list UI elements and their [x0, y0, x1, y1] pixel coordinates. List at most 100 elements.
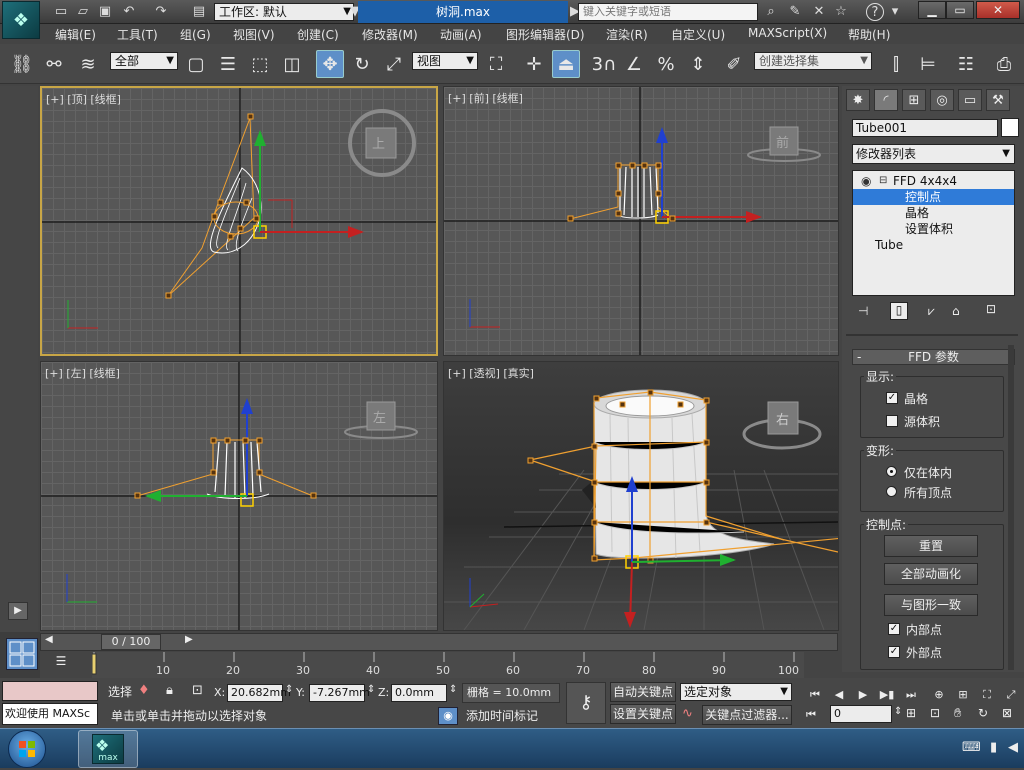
previous-key-icon[interactable]: ◀	[830, 687, 848, 703]
redo-icon[interactable]: ↷	[152, 3, 170, 21]
lock-selection-icon[interactable]: 🔒︎	[166, 683, 173, 698]
taskbar-3dsmax-button[interactable]: ❖ max	[78, 730, 138, 768]
viewport-top[interactable]: 上 [+] [顶] [线框]	[40, 86, 438, 356]
absolute-mode-icon[interactable]: ⊡	[192, 683, 203, 698]
viewport-front[interactable]: 前 [+] [前] [线框]	[443, 86, 839, 356]
close-button[interactable]: ✕	[976, 1, 1020, 19]
next-key-icon[interactable]: ▶▮	[878, 687, 896, 703]
object-color-swatch[interactable]	[1001, 118, 1019, 137]
maximize-viewport-icon[interactable]: ⊠	[1002, 706, 1012, 720]
subscription-icon[interactable]: ✎	[786, 3, 804, 21]
named-selection-input[interactable]: 创建选择集 ▼	[754, 52, 872, 70]
select-by-name-icon[interactable]: ☰	[214, 50, 242, 78]
field-of-view-icon[interactable]: ⊡	[930, 706, 940, 720]
all-vertices-radio[interactable]	[886, 486, 897, 497]
expand-arrow-icon[interactable]: ▶	[8, 602, 28, 620]
key-filters-button[interactable]: 关键点过滤器...	[702, 705, 792, 725]
app-logo-icon[interactable]: ❖	[2, 1, 40, 39]
lightbulb-icon[interactable]: ◉	[861, 173, 871, 189]
menu-group[interactable]: 组(G)	[180, 26, 211, 43]
motion-tab-icon[interactable]: ◎	[930, 89, 954, 111]
menu-rendering[interactable]: 渲染(R)	[606, 26, 648, 43]
spinner-icon[interactable]: ⇕	[449, 684, 457, 695]
x-coordinate-input[interactable]: 20.682mm	[227, 684, 291, 702]
zoom-all-icon[interactable]: ⊞	[954, 687, 972, 703]
layer-manager-icon[interactable]: ☷	[952, 50, 980, 78]
maximize-button[interactable]: ▭	[946, 1, 974, 19]
menu-create[interactable]: 创建(C)	[297, 26, 339, 43]
align-icon[interactable]: ⊨	[914, 50, 942, 78]
spinner-icon[interactable]: ⇕	[285, 684, 293, 695]
help-icon[interactable]: ?	[866, 3, 884, 21]
spinner-icon[interactable]: ⇕	[894, 706, 902, 717]
outside-points-checkbox[interactable]: ✓	[888, 646, 900, 658]
project-folder-icon[interactable]: ▤	[190, 3, 208, 21]
source-volume-checkbox[interactable]	[886, 415, 898, 427]
orbit-icon[interactable]: ↻	[978, 706, 988, 720]
mirror-icon[interactable]: ⫿	[882, 50, 910, 78]
menu-modifiers[interactable]: 修改器(M)	[362, 26, 418, 43]
selection-filter-dropdown[interactable]: 全部 ▼	[110, 52, 178, 70]
inside-points-checkbox[interactable]: ✓	[888, 623, 900, 635]
mini-curve-editor-icon[interactable]: ☰	[50, 654, 72, 674]
viewport-left[interactable]: 左 [+] [左] [线框]	[40, 361, 438, 631]
only-in-volume-radio[interactable]	[886, 466, 897, 477]
save-file-icon[interactable]: ▣	[96, 3, 114, 21]
viewport-perspective[interactable]: 右 [+] [透视] [真实]	[443, 361, 839, 631]
menu-tools[interactable]: 工具(T)	[117, 26, 158, 43]
move-tool-icon[interactable]: ✥	[316, 50, 344, 78]
angle-snap-icon[interactable]: ∠	[620, 50, 648, 78]
menu-customize[interactable]: 自定义(U)	[671, 26, 725, 43]
time-tag-icon[interactable]: ◉	[438, 707, 458, 725]
ref-coord-dropdown[interactable]: 视图 ▼	[412, 52, 478, 70]
zoom-icon[interactable]: ⊕	[930, 687, 948, 703]
unlink-icon[interactable]: ⚯	[40, 50, 68, 78]
snap-3d-icon[interactable]: 3 ∩	[590, 50, 618, 78]
prev-frame-icon[interactable]: ◀	[45, 634, 53, 645]
display-tab-icon[interactable]: ▭	[958, 89, 982, 111]
utilities-tab-icon[interactable]: ⚒	[986, 89, 1010, 111]
time-slider-thumb[interactable]: 0 / 100	[101, 634, 161, 650]
set-key-icon[interactable]: ⚷	[566, 682, 606, 724]
edit-named-selection-icon[interactable]: ✐	[720, 50, 748, 78]
communication-icon[interactable]: ✕	[810, 3, 828, 21]
binoculars-icon[interactable]: ⌕	[762, 3, 780, 21]
animate-all-button[interactable]: 全部动画化	[884, 563, 978, 585]
go-to-start-icon[interactable]: ⏮	[806, 687, 824, 703]
keyboard-shortcut-override-icon[interactable]: ⏏	[552, 50, 580, 78]
modify-tab-icon[interactable]: ◜	[874, 89, 898, 111]
current-frame-input[interactable]: 0	[830, 705, 892, 723]
start-button[interactable]	[8, 730, 46, 768]
create-tab-icon[interactable]: ✸	[846, 89, 870, 111]
maxscript-listener-pink[interactable]	[2, 681, 98, 701]
stack-item-lattice[interactable]: 晶格	[853, 205, 1014, 221]
menu-edit[interactable]: 编辑(E)	[55, 26, 96, 43]
favorites-star-icon[interactable]: ☆	[832, 3, 850, 21]
viewport-label-top[interactable]: [+] [顶] [线框]	[46, 91, 121, 107]
rotate-tool-icon[interactable]: ↻	[348, 50, 376, 78]
menu-maxscript[interactable]: MAXScript(X)	[748, 26, 827, 40]
auto-key-button[interactable]: 自动关键点	[610, 682, 676, 702]
viewport-label-perspective[interactable]: [+] [透视] [真实]	[448, 365, 534, 381]
spinner-snap-icon[interactable]: ⇕	[684, 50, 712, 78]
chevron-down-icon[interactable]: ▾	[886, 3, 904, 21]
select-object-icon[interactable]: ▢	[182, 50, 210, 78]
z-coordinate-input[interactable]: 0.0mm	[391, 684, 447, 702]
bind-spacewarp-icon[interactable]: ≋	[74, 50, 102, 78]
next-frame-icon[interactable]: ▶	[185, 634, 193, 645]
set-key-button[interactable]: 设置关键点	[610, 704, 676, 724]
play-icon[interactable]: ▶	[854, 687, 872, 703]
reset-button[interactable]: 重置	[884, 535, 978, 557]
pivot-center-icon[interactable]: ⛶	[482, 50, 510, 78]
lattice-checkbox[interactable]: ✓	[886, 392, 898, 404]
new-file-icon[interactable]: ▭	[52, 3, 70, 21]
stack-item-set-volume[interactable]: 设置体积	[853, 221, 1014, 237]
link-icon[interactable]: ⛓	[8, 50, 36, 78]
search-input[interactable]: 键入关键字或短语	[578, 3, 758, 21]
key-mode-dropdown[interactable]: 选定对象 ▼	[680, 683, 792, 701]
menu-animation[interactable]: 动画(A)	[440, 26, 482, 43]
panel-scrollbar[interactable]	[1008, 345, 1014, 670]
viewport-layout-icon[interactable]	[6, 638, 38, 670]
add-time-tag[interactable]: 添加时间标记	[462, 706, 560, 726]
zoom-extents-icon[interactable]: ⛶	[978, 687, 996, 703]
